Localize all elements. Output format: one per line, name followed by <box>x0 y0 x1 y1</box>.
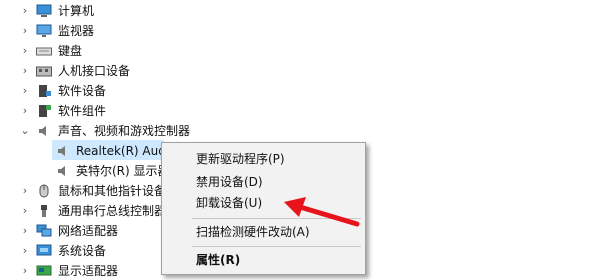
keyboard-icon <box>36 44 52 58</box>
tree-item-label: 显示适配器 <box>58 264 119 278</box>
tree-item-software-devices[interactable]: › 软件设备 <box>0 81 200 101</box>
software-component-icon <box>36 104 52 118</box>
chevron-right-icon[interactable]: › <box>18 1 32 21</box>
menu-item-scan-hardware[interactable]: 扫描检测硬件改动(A) <box>162 220 365 244</box>
tree-item-software-components[interactable]: › 软件组件 <box>0 101 200 121</box>
chevron-right-icon[interactable]: › <box>18 181 32 201</box>
tree-item-label: 计算机 <box>58 4 95 18</box>
tree-item-label: 声音、视频和游戏控制器 <box>58 124 191 138</box>
tree-item-label: 鼠标和其他指针设备 <box>58 184 167 198</box>
tree-item-monitors[interactable]: › 监视器 <box>0 21 200 41</box>
chevron-right-icon[interactable]: › <box>18 221 32 241</box>
speaker-icon <box>36 124 52 138</box>
context-menu: 更新驱动程序(P) 禁用设备(D) 卸载设备(U) 扫描检测硬件改动(A) 属性… <box>161 142 366 275</box>
chevron-right-icon[interactable]: › <box>18 21 32 41</box>
software-device-icon <box>36 84 52 98</box>
chevron-right-icon[interactable]: › <box>18 81 32 101</box>
hid-icon <box>36 64 52 78</box>
display-adapter-icon <box>36 264 52 278</box>
system-device-icon <box>36 244 52 258</box>
chevron-right-icon[interactable]: › <box>18 101 32 121</box>
tree-item-computer[interactable]: › 计算机 <box>0 1 200 21</box>
chevron-right-icon[interactable]: › <box>18 241 32 261</box>
tree-item-realtek-audio[interactable]: Realtek(R) Aud <box>0 141 170 161</box>
tree-item-label: 通用串行总线控制器 <box>58 204 167 218</box>
menu-separator <box>192 246 361 247</box>
tree-item-label: 英特尔(R) 显示器 <box>76 164 170 178</box>
tree-item-hid[interactable]: › 人机接口设备 <box>0 61 200 81</box>
tree-item-label: 软件设备 <box>58 84 107 98</box>
mouse-icon <box>36 184 52 198</box>
chevron-right-icon[interactable]: › <box>18 61 32 81</box>
usb-icon <box>36 204 52 218</box>
menu-item-update-driver[interactable]: 更新驱动程序(P) <box>162 147 365 171</box>
tree-item-label: 网络适配器 <box>58 224 119 238</box>
network-icon <box>36 224 52 238</box>
tree-item-label: 软件组件 <box>58 104 107 118</box>
menu-separator <box>192 218 361 219</box>
computer-icon <box>36 4 52 18</box>
tree-item-sound-video-game-controllers[interactable]: ⌄ 声音、视频和游戏控制器 <box>0 121 200 141</box>
tree-item-label: 人机接口设备 <box>58 64 131 78</box>
chevron-right-icon[interactable]: › <box>18 201 32 221</box>
chevron-down-icon[interactable]: ⌄ <box>18 121 32 141</box>
tree-item-label: Realtek(R) Aud <box>76 144 166 158</box>
chevron-right-icon[interactable]: › <box>18 261 32 280</box>
device-manager-window: › 计算机 › 监视器 › 键盘 › 人机接口设备 › 软件设备 › 软件组件 … <box>0 0 600 280</box>
chevron-right-icon[interactable]: › <box>18 41 32 61</box>
menu-item-uninstall-device[interactable]: 卸载设备(U) <box>162 191 365 215</box>
tree-item-label: 键盘 <box>58 44 83 58</box>
speaker-icon <box>55 164 71 178</box>
speaker-icon <box>55 144 71 158</box>
tree-item-keyboards[interactable]: › 键盘 <box>0 41 200 61</box>
monitor-icon <box>36 24 52 38</box>
menu-item-properties[interactable]: 属性(R) <box>162 248 365 272</box>
tree-item-label: 监视器 <box>58 24 95 38</box>
tree-item-intel-display-audio[interactable]: 英特尔(R) 显示器 <box>0 161 170 181</box>
tree-item-label: 系统设备 <box>58 244 107 258</box>
